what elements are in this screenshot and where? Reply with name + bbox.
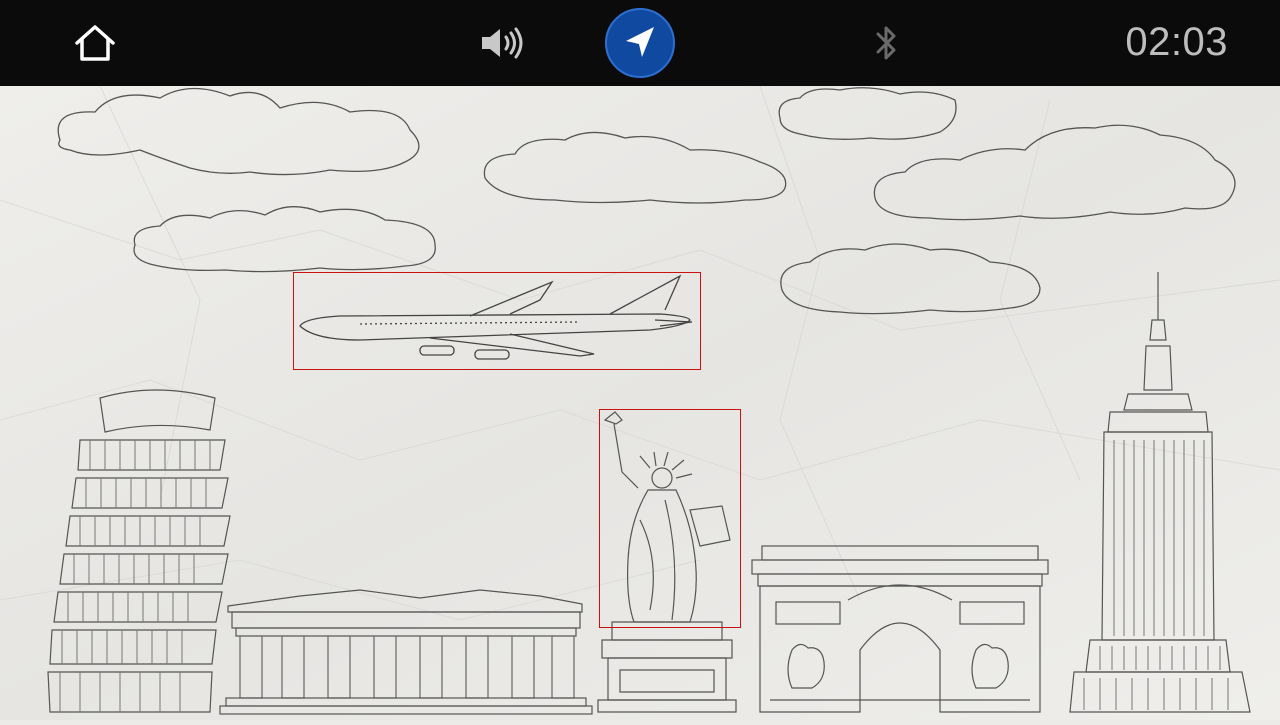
home-button[interactable] <box>68 18 122 68</box>
volume-button[interactable] <box>472 18 532 68</box>
navigation-arrow-icon <box>626 27 654 57</box>
travel-wallpaper <box>0 85 1280 720</box>
home-icon <box>75 25 115 61</box>
status-bar: 02:03 <box>0 0 1280 86</box>
clock: 02:03 <box>1125 20 1228 64</box>
airplane-highlight-box[interactable] <box>293 272 701 370</box>
bluetooth-icon <box>876 26 896 60</box>
bluetooth-button[interactable] <box>860 16 914 70</box>
volume-icon <box>482 27 523 59</box>
navigation-button[interactable] <box>605 8 675 78</box>
statue-of-liberty-highlight-box[interactable] <box>599 409 741 628</box>
